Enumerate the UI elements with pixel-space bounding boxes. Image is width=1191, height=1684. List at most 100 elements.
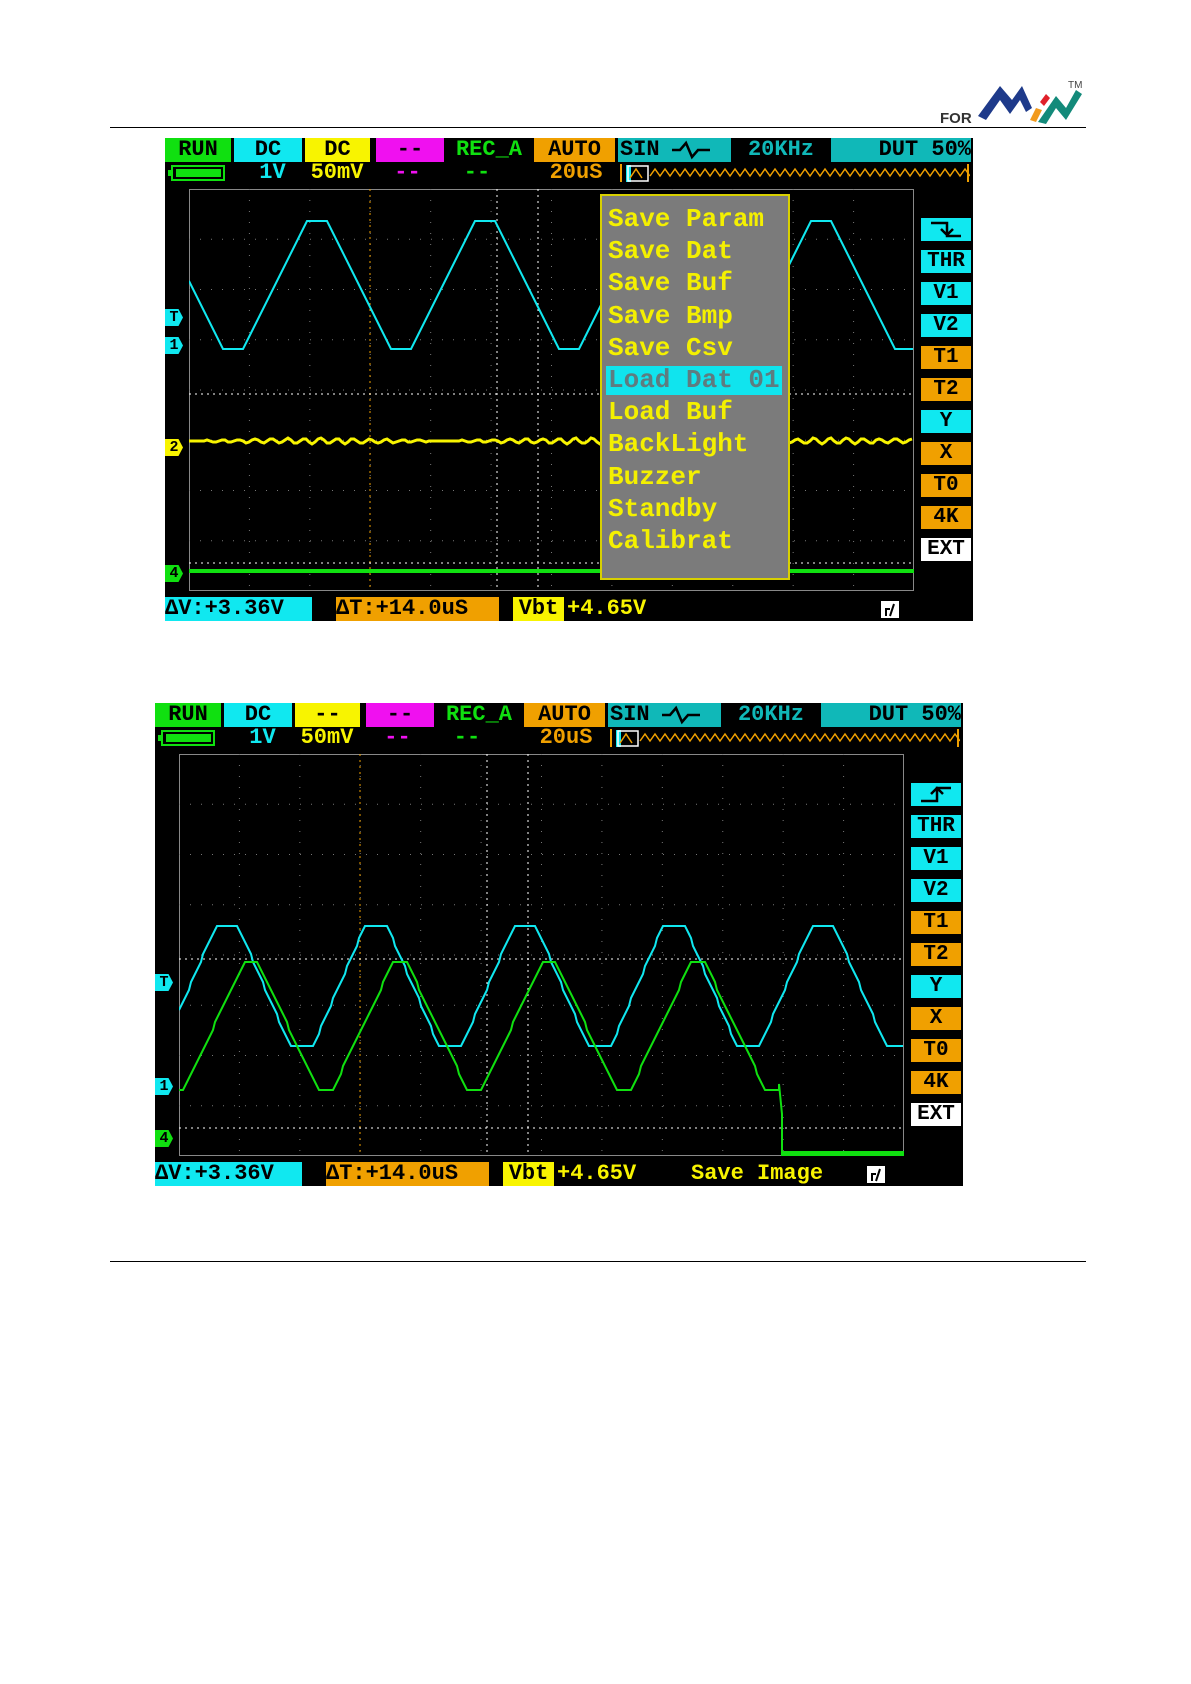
record-mode-button[interactable]: REC_A [437, 703, 521, 727]
save-image-icon[interactable] [867, 1166, 885, 1183]
battery-voltage-value: +4.65V [567, 596, 647, 621]
ch3-scale-button[interactable]: -- [385, 162, 430, 184]
side-button-4k[interactable]: 4K [911, 1071, 961, 1094]
side-button-t2[interactable]: T2 [911, 943, 961, 966]
ch3-scale-button[interactable]: -- [375, 727, 420, 749]
menu-item-save-dat[interactable]: Save Dat [606, 237, 735, 266]
ch1-coupling-button[interactable]: DC [224, 703, 292, 727]
menu-item-save-param[interactable]: Save Param [606, 205, 766, 234]
ch2-scale-button[interactable]: 50mV [303, 162, 371, 184]
channel-4-trace [179, 961, 904, 1156]
trigger-position-bar[interactable] [620, 162, 971, 184]
frequency-button[interactable]: 20KHz [737, 138, 825, 162]
timebase-button[interactable]: 20uS [531, 727, 601, 749]
rising-edge-icon [921, 786, 951, 803]
delta-t-readout: ΔT:+14.0uS [326, 1162, 489, 1186]
side-button-ext[interactable]: EXT [921, 538, 971, 561]
duty-cycle-button[interactable]: DUT 50% [831, 138, 971, 162]
side-button-t1[interactable]: T1 [921, 346, 971, 369]
waveform-type-label: SIN [610, 703, 650, 727]
side-button-t0[interactable]: T0 [911, 1039, 961, 1062]
trigger-mode-button[interactable]: AUTO [524, 703, 605, 727]
delta-v-readout: ΔV:+3.36V [155, 1162, 302, 1186]
ch1-coupling-button[interactable]: DC [234, 138, 302, 162]
timebase-button[interactable]: 20uS [541, 162, 611, 184]
brand-logo: FOR TM [900, 78, 1090, 128]
record-mode-button[interactable]: REC_A [447, 138, 531, 162]
ch4-scale-button[interactable]: -- [447, 727, 487, 749]
waveform-type-label: SIN [620, 138, 660, 162]
system-menu: Save Param Save Dat Save Buf Save Bmp Save C… [600, 194, 790, 580]
sine-wave-icon [672, 140, 710, 160]
menu-item-load-buf[interactable]: Load Buf [606, 398, 735, 427]
trigger-edge-button[interactable] [921, 218, 971, 241]
battery-icon [167, 162, 227, 184]
side-button-v1[interactable]: V1 [921, 282, 971, 305]
battery-voltage-value: +4.65V [557, 1161, 637, 1186]
oscilloscope-screen-waveforms: RUN DC -- -- REC_A AUTO SIN 20KHz DUT 50% 1V 50mV -… [155, 703, 963, 1186]
sine-wave-icon [662, 705, 700, 725]
side-button-x[interactable]: X [921, 442, 971, 465]
battery-voltage-label: Vbt [503, 1162, 554, 1186]
ch1-scale-button[interactable]: 1V [245, 162, 300, 184]
waveform-plot-area[interactable] [179, 754, 904, 1156]
ch3-coupling-button[interactable]: -- [376, 138, 444, 162]
status-message: Save Image [691, 1161, 824, 1186]
ch2-scale-button[interactable]: 50mV [293, 727, 361, 749]
waveform-overview [649, 167, 971, 178]
waveform-plot-area[interactable] [189, 189, 914, 591]
side-button-t2[interactable]: T2 [921, 378, 971, 401]
channel-1-trace [189, 220, 913, 350]
ch4-scale-button[interactable]: -- [457, 162, 497, 184]
channel-marker-t[interactable]: T [155, 974, 173, 991]
frequency-button[interactable]: 20KHz [727, 703, 815, 727]
menu-item-backlight[interactable]: BackLight [606, 430, 750, 459]
trigger-position-bar[interactable] [610, 727, 961, 749]
channel-2-trace [189, 436, 913, 446]
run-status-badge[interactable]: RUN [165, 138, 231, 162]
waveform-type-button[interactable]: SIN [608, 703, 721, 727]
channel-marker-t[interactable]: T [165, 309, 183, 326]
delta-v-readout: ΔV:+3.36V [165, 597, 312, 621]
side-button-v2[interactable]: V2 [911, 879, 961, 902]
ch2-coupling-button[interactable]: DC [305, 138, 370, 162]
delta-t-readout: ΔT:+14.0uS [336, 597, 499, 621]
channel-marker-1[interactable]: 1 [155, 1078, 173, 1095]
trigger-edge-button[interactable] [911, 783, 961, 806]
ch2-coupling-button[interactable]: -- [295, 703, 360, 727]
oscilloscope-screen-menu: RUN DC DC -- REC_A AUTO SIN 20KHz DUT 50% 1V 50mV -… [165, 138, 973, 621]
trigger-mode-button[interactable]: AUTO [534, 138, 615, 162]
side-button-thr[interactable]: THR [911, 815, 961, 838]
side-button-v1[interactable]: V1 [911, 847, 961, 870]
menu-item-calibrat[interactable]: Calibrat [606, 527, 735, 556]
footer-rule [110, 1261, 1086, 1262]
menu-item-buzzer[interactable]: Buzzer [606, 462, 704, 492]
channel-marker-4[interactable]: 4 [155, 1130, 173, 1147]
menu-item-standby[interactable]: Standby [606, 494, 719, 524]
battery-voltage-label: Vbt [513, 597, 564, 621]
ch1-scale-button[interactable]: 1V [235, 727, 290, 749]
side-button-thr[interactable]: THR [921, 250, 971, 273]
channel-marker-2[interactable]: 2 [165, 439, 183, 456]
channel-marker-1[interactable]: 1 [165, 337, 183, 354]
side-button-y[interactable]: Y [921, 410, 971, 433]
save-image-icon[interactable] [881, 601, 899, 618]
menu-item-save-csv[interactable]: Save Csv [606, 333, 735, 363]
duty-cycle-button[interactable]: DUT 50% [821, 703, 961, 727]
side-button-v2[interactable]: V2 [921, 314, 971, 337]
ch3-coupling-button[interactable]: -- [366, 703, 434, 727]
menu-item-load-dat-01[interactable]: Load Dat 01 [606, 366, 782, 395]
run-status-badge[interactable]: RUN [155, 703, 221, 727]
falling-edge-icon [931, 221, 961, 238]
side-button-4k[interactable]: 4K [921, 506, 971, 529]
side-button-y[interactable]: Y [911, 975, 961, 998]
side-button-t1[interactable]: T1 [911, 911, 961, 934]
waveform-type-button[interactable]: SIN [618, 138, 731, 162]
menu-item-save-buf[interactable]: Save Buf [606, 269, 735, 298]
side-button-ext[interactable]: EXT [911, 1103, 961, 1126]
battery-icon [157, 727, 217, 749]
menu-item-save-bmp[interactable]: Save Bmp [606, 301, 735, 331]
side-button-x[interactable]: X [911, 1007, 961, 1030]
channel-marker-4[interactable]: 4 [165, 565, 183, 582]
side-button-t0[interactable]: T0 [921, 474, 971, 497]
